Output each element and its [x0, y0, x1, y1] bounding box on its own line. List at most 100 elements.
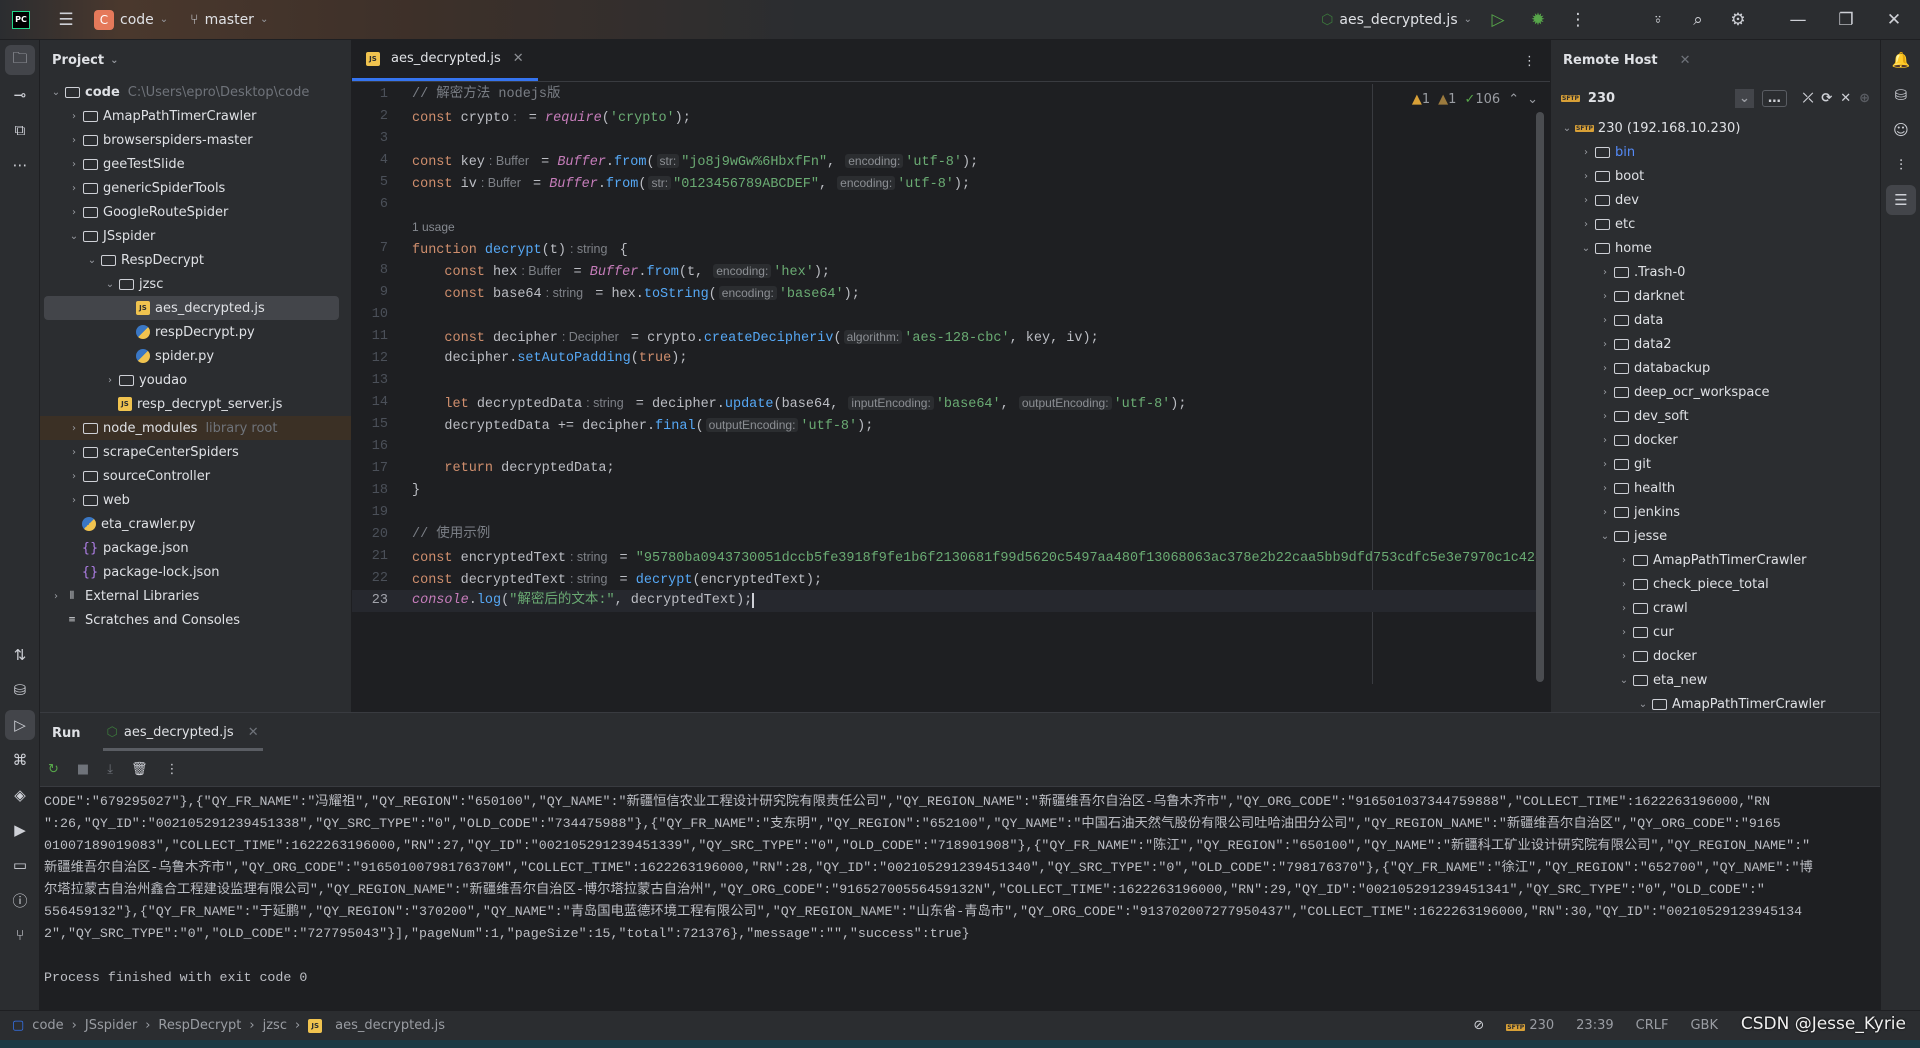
notifications-icon[interactable]: 🔔 [1886, 45, 1916, 75]
chevron-right-icon[interactable]: › [66, 135, 82, 146]
chevron-right-icon[interactable]: › [66, 423, 82, 434]
tree-item[interactable]: {} package.json [40, 536, 351, 560]
debug-icon[interactable]: ✹ [1518, 10, 1558, 30]
run-icon[interactable]: ▷ [1478, 10, 1518, 30]
settings-icon[interactable]: ⚙ [1718, 10, 1758, 30]
chevron-right-icon[interactable]: › [102, 375, 118, 386]
run-tab[interactable]: ⬡ aes_decrypted.js ✕ [102, 715, 263, 751]
code-line[interactable]: 17 return decryptedData; [352, 458, 1542, 480]
remote-tree-item[interactable]: › darknet [1551, 284, 1880, 308]
breadcrumb-item[interactable]: code [32, 1018, 63, 1033]
chevron-right-icon[interactable]: › [66, 207, 82, 218]
tree-item[interactable]: ⌄ jzsc [40, 272, 351, 296]
run-config-selector[interactable]: ⬡ aes_decrypted.js ⌄ [1321, 12, 1472, 28]
add-user-icon[interactable]: ⍤ [1638, 10, 1678, 30]
chevron-right-icon[interactable]: › [1616, 603, 1632, 614]
remote-tree-item[interactable]: › data2 [1551, 332, 1880, 356]
problems-icon[interactable]: ⓘ [5, 885, 35, 915]
console-output[interactable]: CODE":"679295027"},{"QY_FR_NAME":"冯耀祖","… [40, 787, 1880, 1009]
python-console-icon[interactable]: ⌘ [5, 745, 35, 775]
remote-tree-item[interactable]: ⌄ home [1551, 236, 1880, 260]
code-line[interactable]: 18} [352, 480, 1542, 502]
editor-scrollbar[interactable] [1536, 112, 1544, 682]
locate-icon[interactable]: ⊕ [1859, 91, 1870, 106]
breadcrumb-item[interactable]: RespDecrypt [158, 1018, 241, 1033]
chevron-right-icon[interactable]: › [1616, 555, 1632, 566]
chevron-right-icon[interactable]: › [1597, 435, 1613, 446]
chevron-down-icon[interactable]: ⌄ [66, 231, 82, 242]
chevron-down-icon[interactable]: ⌄ [102, 279, 118, 290]
chevron-down-icon[interactable]: ⌄ [1635, 699, 1651, 710]
chevron-right-icon[interactable]: › [66, 183, 82, 194]
chevron-right-icon[interactable]: › [66, 495, 82, 506]
caret-position[interactable]: 23:39 [1576, 1018, 1613, 1033]
tree-item[interactable]: ⌄ JSspider [40, 224, 351, 248]
server-selector[interactable]: 230 [1588, 91, 1615, 106]
clear-output-icon[interactable]: 🗑 [131, 762, 148, 777]
server-dropdown-icon[interactable]: ⌄ [1734, 88, 1754, 108]
tree-item[interactable]: ≡ Scratches and Consoles [40, 608, 351, 632]
minimize-icon[interactable]: — [1778, 10, 1818, 30]
services-icon[interactable]: ▶ [5, 815, 35, 845]
remote-tree-item[interactable]: › crawl [1551, 596, 1880, 620]
chevron-down-icon[interactable]: ⌄ [1616, 675, 1632, 686]
collapse-icon[interactable]: ⤫ [1803, 91, 1813, 106]
code-line[interactable]: 6 [352, 194, 1542, 216]
chevron-right-icon[interactable]: › [1597, 483, 1613, 494]
remote-tree-item[interactable]: › dev [1551, 188, 1880, 212]
breadcrumb-item[interactable]: jzsc [263, 1018, 287, 1033]
tree-item[interactable]: {} package-lock.json [40, 560, 351, 584]
tree-item[interactable]: › sourceController [40, 464, 351, 488]
stop-icon[interactable]: ■ [77, 762, 89, 777]
remote-host-tool-icon[interactable]: ☰ [1886, 185, 1916, 215]
code-line[interactable]: 3 [352, 128, 1542, 150]
code-area[interactable]: 1// 解密方法 nodejs版 2 const crypto: = require… [352, 84, 1542, 684]
code-line[interactable]: 1 // 解密方法 nodejs版 [352, 84, 1542, 106]
chevron-down-icon[interactable]: ⌄ [84, 255, 100, 266]
remote-tree-item[interactable]: › .Trash-0 [1551, 260, 1880, 284]
tab-options-icon[interactable]: ⋮ [1523, 54, 1536, 69]
remote-tree-item[interactable]: › check_piece_total [1551, 572, 1880, 596]
tree-item[interactable]: JS resp_decrypt_server.js [40, 392, 351, 416]
tree-item[interactable]: › geeTestSlide [40, 152, 351, 176]
chevron-down-icon[interactable]: ⌄ [1578, 243, 1594, 254]
tree-item[interactable]: › ⫼ External Libraries [40, 584, 351, 608]
close-panel-icon[interactable]: ✕ [1680, 53, 1691, 68]
pull-requests-icon[interactable]: ⇅ [5, 640, 35, 670]
more-icon[interactable]: ⋮ [1558, 10, 1598, 30]
tree-item[interactable]: › web [40, 488, 351, 512]
chevron-right-icon[interactable]: › [1597, 459, 1613, 470]
chevron-right-icon[interactable]: › [66, 159, 82, 170]
chevron-right-icon[interactable]: › [1578, 219, 1594, 230]
layers-icon[interactable]: ◈ [5, 780, 35, 810]
chevron-right-icon[interactable]: › [1597, 267, 1613, 278]
code-line[interactable]: 8 const hex: Buffer = Buffer.from(t, enc… [352, 260, 1542, 282]
disconnect-icon[interactable]: ✕ [1840, 91, 1851, 106]
run-tool-icon[interactable]: ▷ [5, 710, 35, 740]
tree-item[interactable]: › youdao [40, 368, 351, 392]
code-line[interactable]: 12 decipher.setAutoPadding(true); [352, 348, 1542, 370]
tree-item[interactable]: spider.py [40, 344, 351, 368]
code-line[interactable]: 21 const encryptedText: string = "95780ba… [352, 546, 1542, 568]
chevron-right-icon[interactable]: › [66, 111, 82, 122]
chevron-right-icon[interactable]: › [66, 447, 82, 458]
usage-hint[interactable]: 1 usage [352, 216, 1542, 238]
tree-item[interactable]: › AmapPathTimerCrawler [40, 104, 351, 128]
structure-icon[interactable]: ⧉ [5, 115, 35, 145]
project-switcher[interactable]: C code ⌄ [94, 9, 168, 30]
code-line[interactable]: 22 const decryptedText: string = decrypt(… [352, 568, 1542, 590]
close-tab-icon[interactable]: ✕ [248, 725, 259, 740]
chevron-down-icon[interactable]: ⌄ [1597, 531, 1613, 542]
remote-tree-item[interactable]: ⌄ eta_new [1551, 668, 1880, 692]
code-line[interactable]: 14 let decryptedData: string = decipher.… [352, 392, 1542, 414]
tree-item[interactable]: ⌄ code C:\Users\epro\Desktop\code [40, 80, 351, 104]
chevron-right-icon[interactable]: › [1578, 171, 1594, 182]
remote-tree-item[interactable]: › bin [1551, 140, 1880, 164]
code-line[interactable]: 13 [352, 370, 1542, 392]
code-line[interactable]: 10 [352, 304, 1542, 326]
tab-aes-decrypted-js[interactable]: JS aes_decrypted.js ✕ [352, 39, 538, 81]
inspection-widget[interactable]: ▲1 ▲1 ✓106 ⌃ ⌄ [1412, 92, 1538, 107]
rerun-icon[interactable]: ↻ [48, 762, 59, 777]
code-line[interactable]: 2 const crypto: = require('crypto'); [352, 106, 1542, 128]
more-icon[interactable]: ⋮ [165, 762, 178, 777]
